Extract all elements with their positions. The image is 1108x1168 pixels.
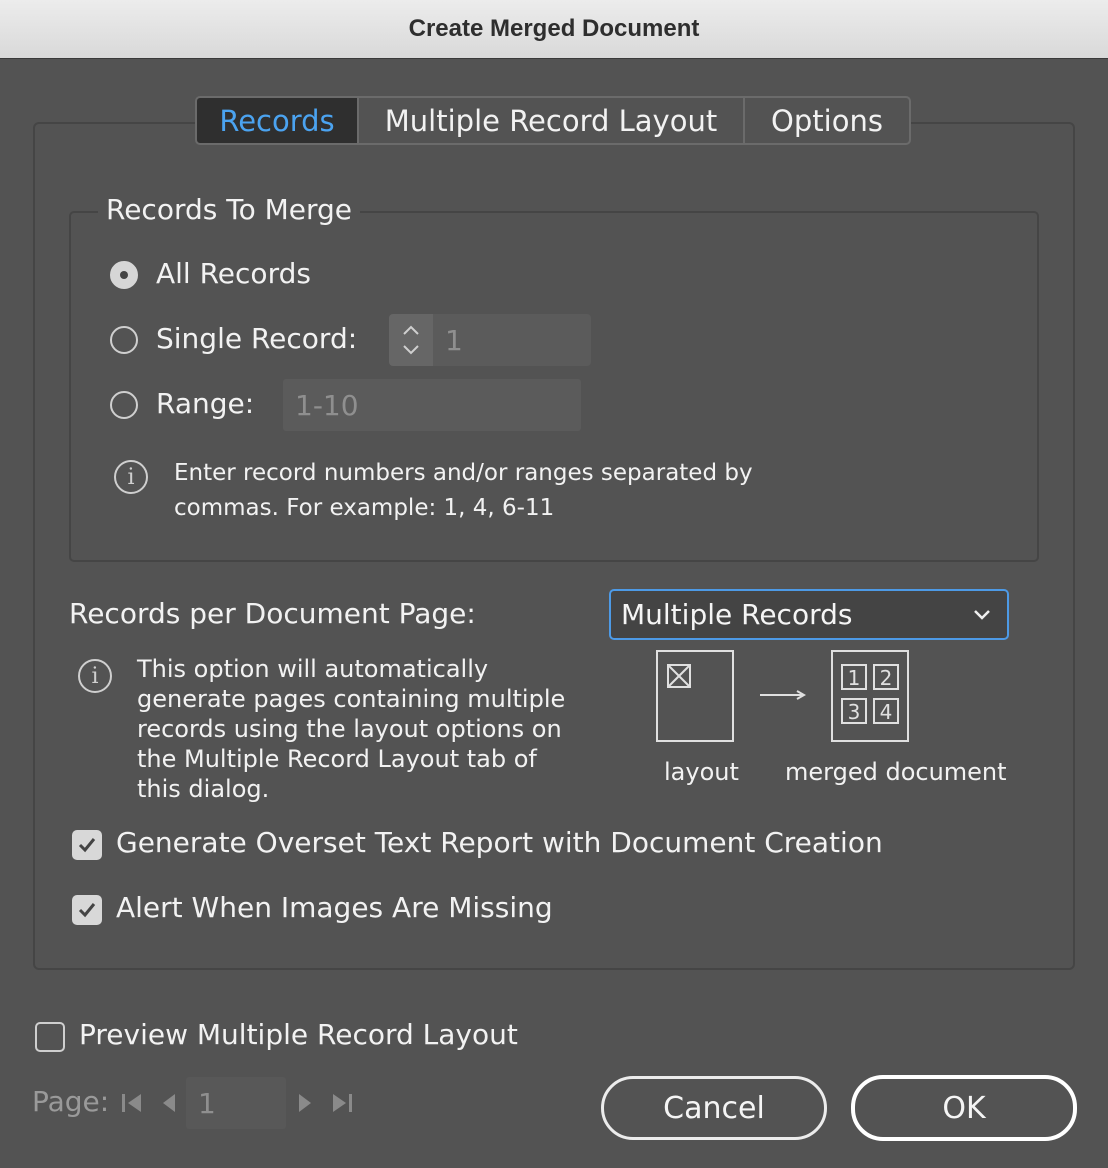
range-label: Range: (156, 387, 255, 420)
per-page-info-line: records using the layout options on (137, 715, 562, 743)
tab-records[interactable]: Records (195, 96, 359, 145)
tab-multiple-record-layout[interactable]: Multiple Record Layout (359, 96, 745, 145)
range-info-line-2: commas. For example: 1, 4, 6-11 (174, 495, 555, 521)
preview-layout-label: Preview Multiple Record Layout (79, 1018, 518, 1051)
records-per-page-label: Records per Document Page: (69, 597, 476, 630)
per-page-info-line: generate pages containing multiple (137, 685, 566, 713)
records-per-page-value: Multiple Records (621, 598, 853, 631)
range-radio[interactable] (110, 391, 138, 419)
per-page-info-line: this dialog. (137, 775, 270, 803)
single-record-stepper[interactable] (389, 314, 433, 366)
cell-label: 2 (880, 666, 893, 690)
arrow-right-icon (760, 690, 807, 700)
previous-page-icon[interactable] (160, 1090, 178, 1116)
records-per-page-select[interactable]: Multiple Records (609, 589, 1009, 640)
stepper-arrows-icon (403, 325, 419, 355)
all-records-radio[interactable] (110, 261, 138, 289)
info-icon: i (78, 659, 112, 693)
overset-report-checkbox[interactable] (72, 830, 102, 860)
overset-report-label: Generate Overset Text Report with Docume… (116, 826, 883, 859)
merged-document-caption: merged document (785, 758, 1007, 786)
preview-layout-checkbox[interactable] (35, 1022, 65, 1052)
info-icon: i (114, 460, 148, 494)
records-to-merge-title: Records To Merge (98, 193, 361, 226)
alert-missing-images-checkbox[interactable] (72, 895, 102, 925)
first-page-icon[interactable] (120, 1090, 144, 1116)
cell-label: 4 (880, 700, 893, 724)
checkmark-icon (78, 838, 96, 853)
layout-page-icon (656, 650, 734, 742)
layout-caption: layout (664, 758, 739, 786)
single-record-radio[interactable] (110, 326, 138, 354)
ok-button[interactable]: OK (851, 1075, 1077, 1141)
layout-diagram: 1 2 3 4 (656, 650, 909, 742)
next-page-icon[interactable] (296, 1090, 314, 1116)
single-record-label: Single Record: (156, 322, 358, 355)
merged-page-icon: 1 2 3 4 (831, 650, 909, 742)
checkmark-icon (78, 903, 96, 918)
window-title: Create Merged Document (0, 0, 1108, 59)
range-info-line-1: Enter record numbers and/or ranges separ… (174, 460, 753, 486)
page-label: Page: (32, 1085, 110, 1118)
tab-bar: Records Multiple Record Layout Options (195, 96, 911, 145)
all-records-label: All Records (156, 257, 311, 290)
per-page-info-line: the Multiple Record Layout tab of (137, 745, 537, 773)
last-page-icon[interactable] (330, 1090, 354, 1116)
per-page-info-text: This option will automatically generate … (137, 654, 565, 804)
cancel-button[interactable]: Cancel (601, 1076, 827, 1140)
range-info-text: Enter record numbers and/or ranges separ… (174, 456, 753, 526)
cell-label: 1 (848, 666, 861, 690)
range-input[interactable]: 1-10 (283, 379, 581, 431)
cell-label: 3 (848, 700, 861, 724)
single-record-input[interactable]: 1 (433, 314, 591, 366)
per-page-info-line: This option will automatically (137, 655, 489, 683)
page-number-input[interactable]: 1 (186, 1077, 286, 1129)
tab-options[interactable]: Options (745, 96, 911, 145)
chevron-down-icon (974, 610, 990, 620)
alert-missing-images-label: Alert When Images Are Missing (116, 891, 553, 924)
